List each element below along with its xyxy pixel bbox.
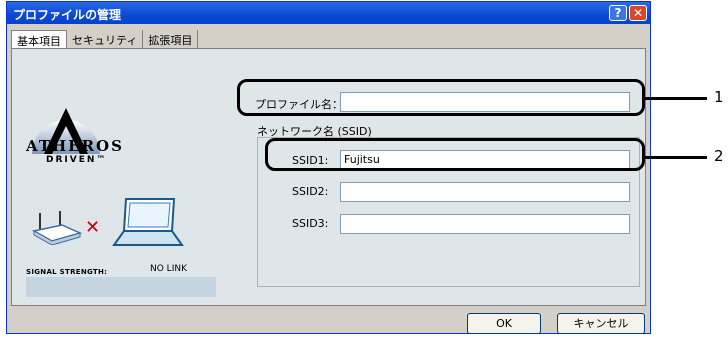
signal-strength-value: NO LINK: [150, 264, 187, 274]
close-button[interactable]: ✕: [629, 5, 647, 21]
logo-wordmark: ATHEROS: [26, 137, 124, 155]
title-bar: プロファイルの管理 ? ✕: [7, 2, 650, 24]
ok-button[interactable]: OK: [467, 313, 541, 334]
cancel-button[interactable]: キャンセル: [557, 313, 645, 334]
tab-security[interactable]: セキュリティ: [67, 30, 144, 48]
callout-1-number: 1: [714, 88, 724, 106]
ssid2-label: SSID2:: [292, 185, 329, 198]
no-link-x-icon: ✕: [85, 217, 101, 238]
window-title: プロファイルの管理: [13, 8, 122, 22]
callout-2-line: [645, 156, 707, 159]
callout-1-highlight: [237, 79, 645, 116]
callout-1-line: [645, 97, 707, 100]
help-button[interactable]: ?: [609, 5, 627, 21]
router-icon: [32, 211, 82, 245]
help-icon: ?: [614, 6, 622, 20]
atheros-logo-icon: [32, 108, 100, 154]
signal-strength-label: SIGNAL STRENGTH:: [26, 268, 108, 276]
tab-strip: 基本項目 セキュリティ 拡張項目: [11, 30, 199, 51]
ssid3-label: SSID3:: [292, 217, 329, 230]
logo-tagline: DRIVEN™: [46, 155, 108, 165]
ssid2-input[interactable]: [340, 182, 630, 202]
signal-strength-box: [26, 277, 216, 297]
callout-2-highlight: [265, 138, 645, 171]
laptop-icon: [112, 198, 184, 246]
close-icon: ✕: [632, 6, 644, 20]
callout-2-number: 2: [714, 147, 724, 165]
tab-advanced[interactable]: 拡張項目: [143, 30, 199, 48]
ssid3-input[interactable]: [340, 214, 630, 234]
